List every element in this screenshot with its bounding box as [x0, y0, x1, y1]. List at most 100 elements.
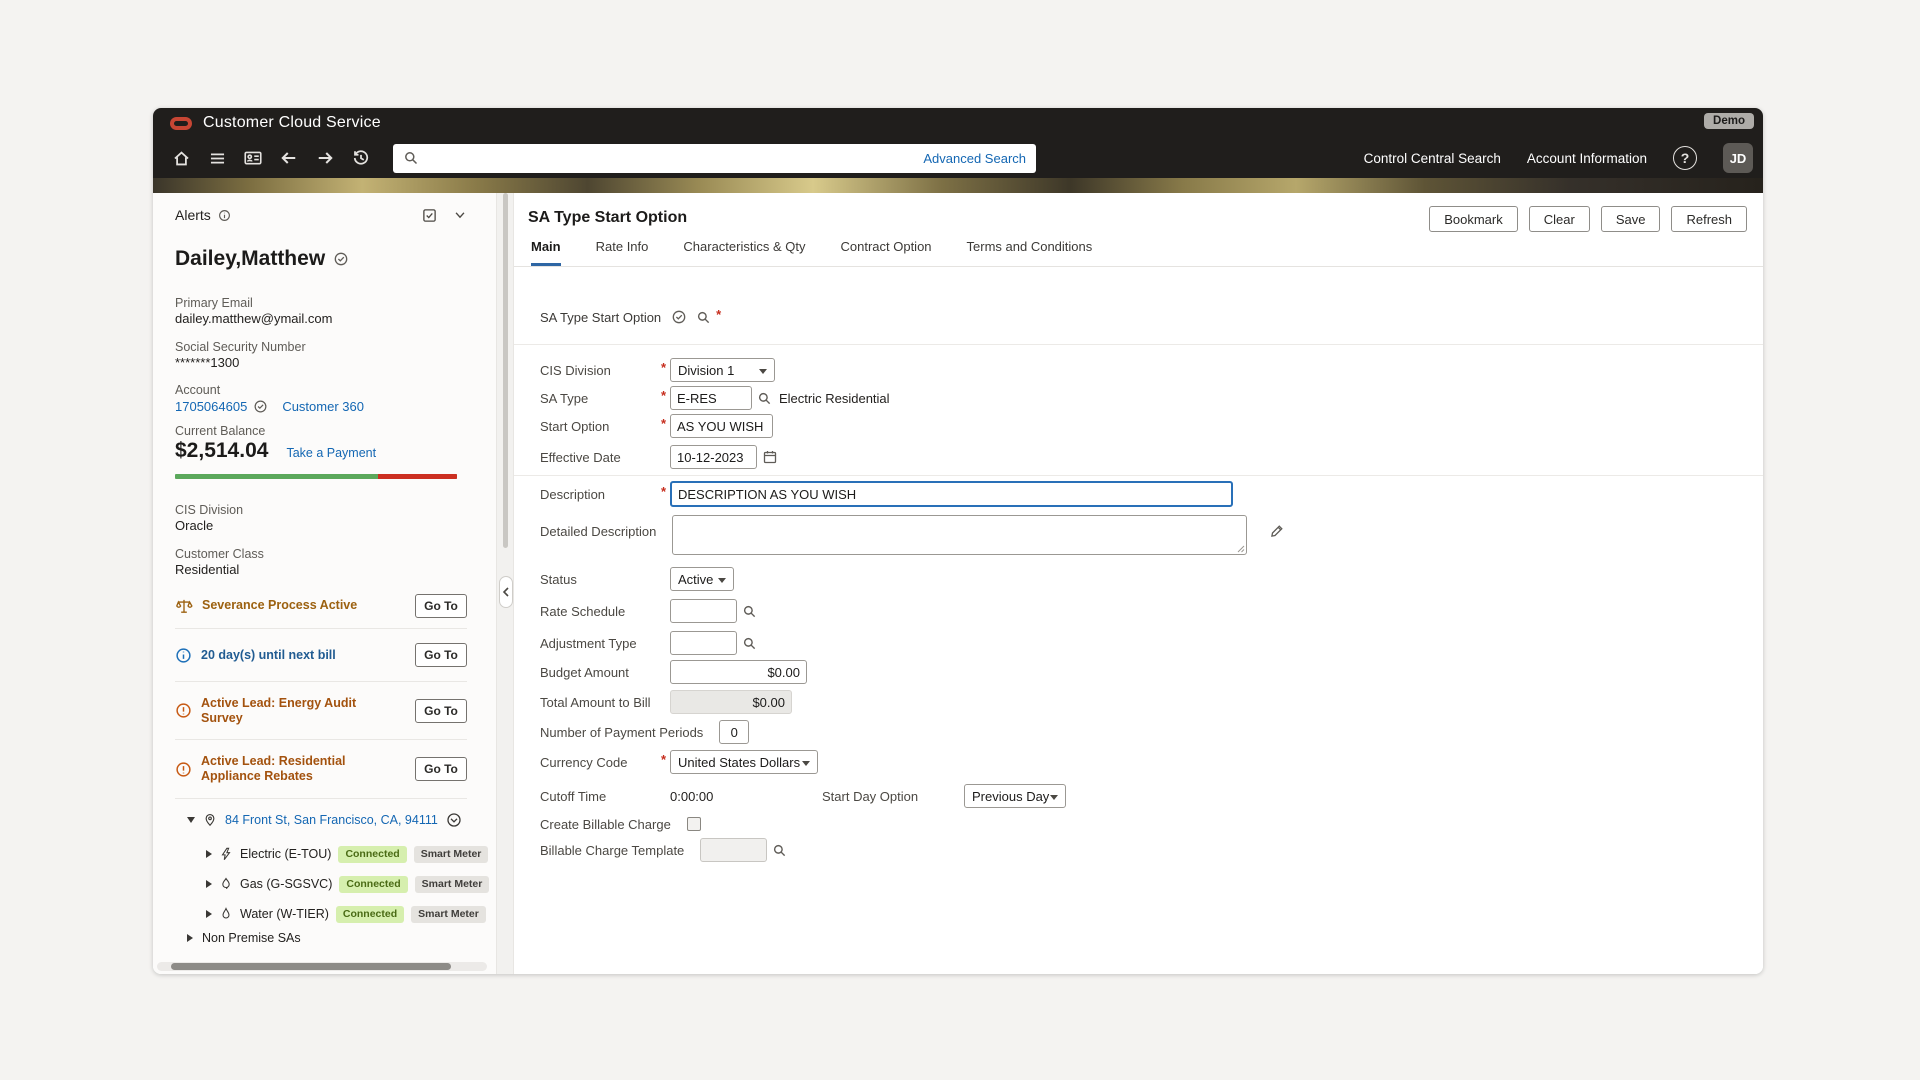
- demo-badge: Demo: [1704, 113, 1754, 129]
- effective-date-input[interactable]: [670, 445, 757, 469]
- collapse-panel-handle[interactable]: [499, 576, 513, 608]
- alert-text: Active Lead: Residential Appliance Rebat…: [201, 754, 361, 784]
- non-premise-row[interactable]: Non Premise SAs: [187, 931, 301, 945]
- clear-button[interactable]: Clear: [1529, 206, 1590, 232]
- expand-icon[interactable]: [187, 934, 193, 942]
- alerts-select-icon[interactable]: [422, 208, 437, 223]
- customer-360-link[interactable]: Customer 360: [282, 399, 364, 414]
- sa-type-search-icon[interactable]: [757, 391, 772, 406]
- primary-email-label: Primary Email: [175, 296, 253, 310]
- refresh-button[interactable]: Refresh: [1671, 206, 1747, 232]
- field-label: Cutoff Time: [540, 789, 656, 804]
- goto-button[interactable]: Go To: [415, 757, 467, 781]
- tab-rate-info[interactable]: Rate Info: [596, 239, 649, 266]
- sa-type-description: Electric Residential: [779, 391, 890, 406]
- payment-periods-input[interactable]: [719, 720, 749, 744]
- status-badge: Connected: [339, 876, 407, 893]
- save-button[interactable]: Save: [1601, 206, 1661, 232]
- home-icon[interactable]: [163, 142, 199, 174]
- back-arrow-icon[interactable]: [271, 142, 307, 174]
- cis-division-select[interactable]: Division 1: [670, 358, 775, 382]
- verified-icon[interactable]: [333, 251, 349, 267]
- advanced-search-link[interactable]: Advanced Search: [923, 151, 1026, 166]
- edit-pencil-icon[interactable]: [1269, 523, 1285, 539]
- global-search-input[interactable]: [427, 151, 915, 166]
- balance-row: $2,514.04 Take a Payment: [175, 439, 376, 463]
- tab-characteristics-qty[interactable]: Characteristics & Qty: [683, 239, 805, 266]
- sidebar-horizontal-scrollbar[interactable]: [157, 962, 487, 971]
- forward-arrow-icon[interactable]: [307, 142, 343, 174]
- alerts-sidebar: Alerts Dailey,Matthew Primary Email dail…: [153, 193, 496, 974]
- alert-row-appliance-rebates: Active Lead: Residential Appliance Rebat…: [175, 740, 467, 799]
- premise-menu-icon[interactable]: [446, 812, 462, 828]
- expand-icon[interactable]: [206, 880, 212, 888]
- start-day-option-select[interactable]: Previous Day: [964, 784, 1066, 808]
- sa-type-start-option-label: SA Type Start Option: [540, 310, 671, 325]
- detailed-description-textarea[interactable]: [672, 515, 1247, 555]
- account-label: Account: [175, 383, 220, 397]
- history-icon[interactable]: [343, 142, 379, 174]
- field-row-cutoff-time: Cutoff Time 0:00:00 Start Day Option Pre…: [540, 783, 1066, 809]
- goto-button[interactable]: Go To: [415, 594, 467, 618]
- calendar-icon[interactable]: [762, 449, 778, 465]
- account-information-link[interactable]: Account Information: [1527, 151, 1647, 166]
- scrollbar-thumb[interactable]: [171, 963, 451, 970]
- help-icon[interactable]: ?: [1673, 146, 1697, 170]
- status-select[interactable]: Active: [670, 567, 734, 591]
- page-actions: Bookmark Clear Save Refresh: [1429, 206, 1747, 232]
- tab-terms-conditions[interactable]: Terms and Conditions: [967, 239, 1093, 266]
- tab-divider: [514, 266, 1763, 267]
- expand-arrow-icon[interactable]: [187, 817, 195, 823]
- control-central-search-link[interactable]: Control Central Search: [1364, 151, 1501, 166]
- meter-badge: Smart Meter: [415, 876, 490, 893]
- field-row-description: Description *: [540, 481, 1233, 507]
- context-check-icon[interactable]: [671, 309, 687, 325]
- resize-handle[interactable]: [1236, 544, 1245, 553]
- description-input[interactable]: [670, 481, 1233, 507]
- severance-icon: [175, 597, 193, 615]
- customer-class-label: Customer Class: [175, 547, 264, 561]
- gas-icon: [219, 877, 233, 891]
- expand-icon[interactable]: [206, 910, 212, 918]
- bookmark-button[interactable]: Bookmark: [1429, 206, 1518, 232]
- start-option-input[interactable]: [670, 414, 773, 438]
- account-badge-icon[interactable]: [253, 399, 268, 414]
- sidebar-vertical-scrollbar[interactable]: [503, 193, 508, 548]
- take-payment-link[interactable]: Take a Payment: [286, 446, 376, 460]
- billable-charge-template-search-icon[interactable]: [772, 843, 787, 858]
- alerts-header: Alerts: [175, 201, 467, 229]
- goto-button[interactable]: Go To: [415, 643, 467, 667]
- premise-address-link[interactable]: 84 Front St, San Francisco, CA, 94111: [225, 813, 438, 827]
- start-day-option-label: Start Day Option: [822, 789, 964, 804]
- search-icon[interactable]: [696, 310, 711, 325]
- rate-schedule-search-icon[interactable]: [742, 604, 757, 619]
- adjustment-type-search-icon[interactable]: [742, 636, 757, 651]
- tab-contract-option[interactable]: Contract Option: [840, 239, 931, 266]
- tab-main[interactable]: Main: [531, 239, 561, 266]
- currency-code-select[interactable]: United States Dollars: [670, 750, 818, 774]
- service-name[interactable]: Gas (G-SGSVC): [240, 877, 332, 891]
- field-row-sa-type: SA Type * Electric Residential: [540, 385, 890, 411]
- contact-card-icon[interactable]: [235, 142, 271, 174]
- menu-icon[interactable]: [199, 142, 235, 174]
- alert-row-severance: Severance Process Active Go To: [175, 583, 467, 629]
- account-number-link[interactable]: 1705064605: [175, 399, 247, 414]
- rate-schedule-input[interactable]: [670, 599, 737, 623]
- field-row-total-amount: Total Amount to Bill: [540, 689, 792, 715]
- billable-charge-template-input[interactable]: [700, 838, 767, 862]
- chevron-down-icon[interactable]: [453, 208, 467, 222]
- service-name[interactable]: Electric (E-TOU): [240, 847, 331, 861]
- panel-gutter: [496, 193, 514, 974]
- adjustment-type-input[interactable]: [670, 631, 737, 655]
- user-avatar[interactable]: JD: [1723, 143, 1753, 173]
- expand-icon[interactable]: [206, 850, 212, 858]
- field-row-cis-division: CIS Division * Division 1: [540, 357, 775, 383]
- service-name[interactable]: Water (W-TIER): [240, 907, 329, 921]
- app-window: Customer Cloud Service Demo Advanced Sea…: [153, 108, 1763, 974]
- total-amount-to-bill-input: [670, 690, 792, 714]
- budget-amount-input[interactable]: [670, 660, 807, 684]
- goto-button[interactable]: Go To: [415, 699, 467, 723]
- create-billable-charge-checkbox[interactable]: [687, 817, 701, 831]
- sa-type-input[interactable]: [670, 386, 752, 410]
- electric-icon: [219, 847, 233, 861]
